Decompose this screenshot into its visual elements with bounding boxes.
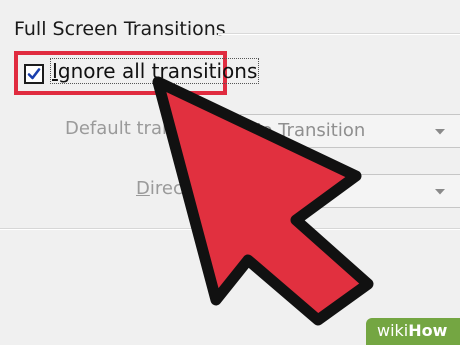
watermark-part1: wiki: [377, 321, 409, 340]
watermark-part2: How: [408, 321, 448, 340]
wikihow-watermark: wikiHow: [366, 318, 460, 345]
cursor-arrow-icon: [152, 76, 374, 326]
full-screen-transitions-panel: Full Screen Transitions Ignore all trans…: [0, 0, 460, 345]
